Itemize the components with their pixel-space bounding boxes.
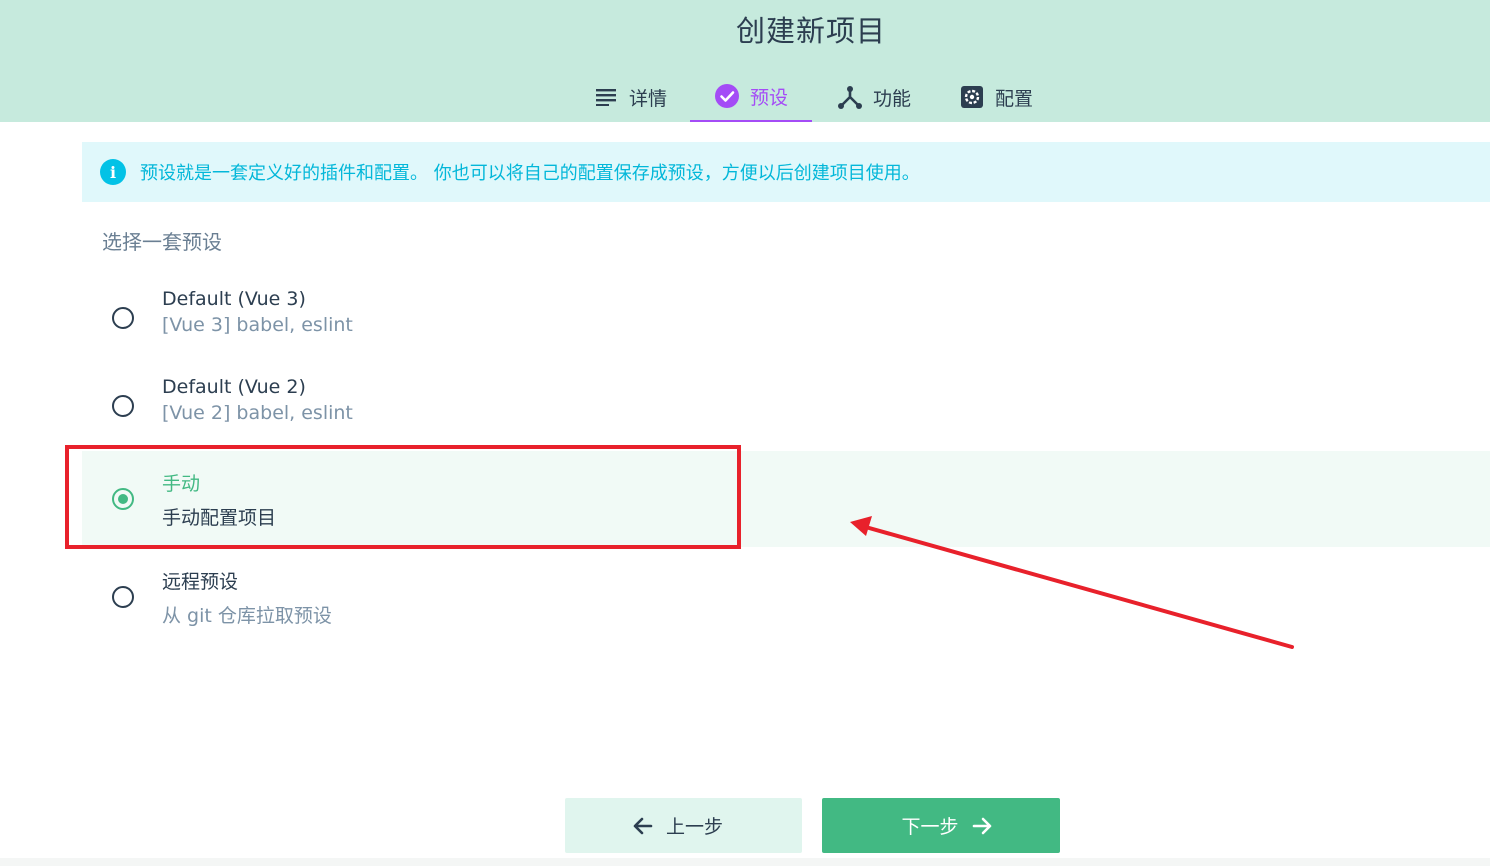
next-step-label: 下一步 (901, 816, 959, 838)
info-banner: i 预设就是一套定义好的插件和配置。 你也可以将自己的配置保存成预设，方便以后创… (82, 142, 1490, 202)
header: 创建新项目 详情 预设 功能 配置 (0, 0, 1490, 122)
tab-presets-label: 预设 (749, 86, 788, 109)
tab-config-label: 配置 (994, 87, 1033, 110)
footer-divider (0, 858, 1490, 866)
preset-option-default-vue3[interactable]: Default (Vue 3) [Vue 3] babel, eslint (82, 270, 1490, 366)
preset-name: Default (Vue 3) (162, 288, 306, 310)
preset-option-remote[interactable]: 远程预设 从 git 仓库拉取预设 (82, 549, 1490, 645)
tab-details[interactable]: 详情 (582, 72, 678, 122)
preset-option-default-vue2[interactable]: Default (Vue 2) [Vue 2] babel, eslint (82, 358, 1490, 454)
section-title: 选择一套预设 (102, 230, 222, 254)
gear-box-icon (959, 84, 985, 110)
preset-name: Default (Vue 2) (162, 376, 306, 398)
prev-step-button[interactable]: 上一步 (565, 798, 802, 853)
radio-button[interactable] (112, 586, 134, 608)
radio-button[interactable] (112, 307, 134, 329)
tab-presets[interactable]: 预设 (690, 72, 812, 122)
step-tabs: 详情 预设 功能 配置 (0, 72, 1490, 122)
preset-description: 手动配置项目 (162, 507, 277, 529)
tab-config[interactable]: 配置 (948, 72, 1044, 122)
radio-button[interactable] (112, 395, 134, 417)
page-title: 创建新项目 (735, 14, 886, 48)
info-icon: i (100, 159, 126, 185)
tab-details-label: 详情 (628, 87, 667, 110)
tab-features[interactable]: 功能 (826, 72, 922, 122)
tab-features-label: 功能 (872, 87, 911, 110)
arrow-right-icon (971, 815, 993, 837)
radio-button-checked[interactable] (112, 488, 134, 510)
preset-name: 远程预设 (162, 571, 239, 593)
preset-description: 从 git 仓库拉取预设 (162, 605, 332, 627)
preset-description: [Vue 3] babel, eslint (162, 314, 353, 336)
preset-description: [Vue 2] babel, eslint (162, 402, 353, 424)
fork-icon (837, 84, 863, 110)
preset-option-manual[interactable]: 手动 手动配置项目 (82, 451, 1490, 547)
check-circle-icon (714, 83, 740, 109)
info-text: 预设就是一套定义好的插件和配置。 你也可以将自己的配置保存成预设，方便以后创建项… (140, 163, 920, 184)
next-step-button[interactable]: 下一步 (822, 798, 1060, 853)
arrow-left-icon (632, 815, 654, 837)
prev-step-label: 上一步 (665, 816, 723, 838)
preset-name: 手动 (162, 473, 201, 495)
list-icon (593, 84, 619, 110)
